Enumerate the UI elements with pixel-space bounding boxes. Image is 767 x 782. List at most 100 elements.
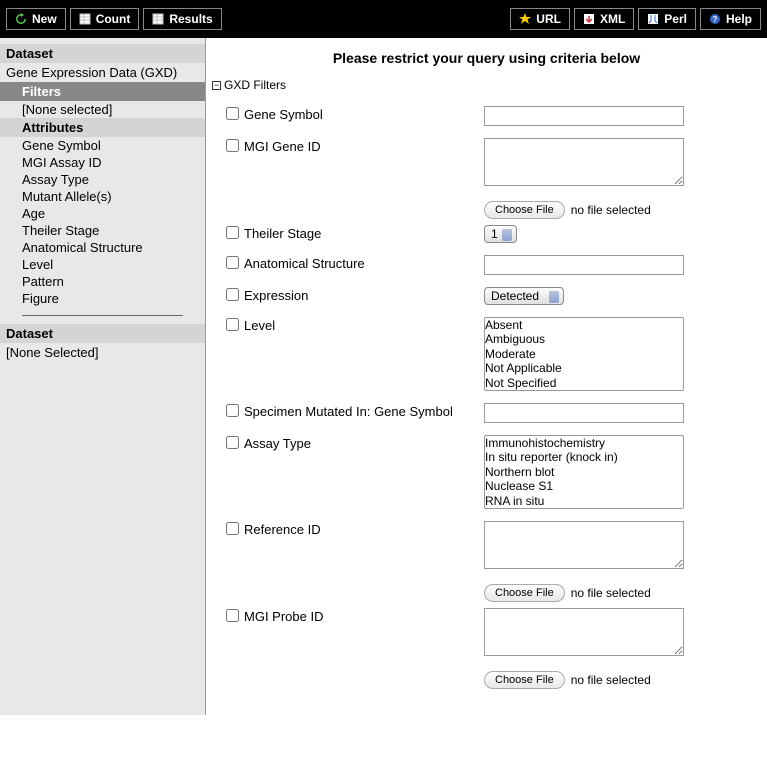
divider bbox=[22, 315, 183, 316]
anatomical-label: Anatomical Structure bbox=[244, 255, 484, 271]
theiler-label: Theiler Stage bbox=[244, 225, 484, 241]
choose-file-button[interactable]: Choose File bbox=[484, 584, 565, 602]
star-icon bbox=[519, 13, 531, 25]
probe-input[interactable] bbox=[484, 608, 684, 656]
choose-file-button[interactable]: Choose File bbox=[484, 201, 565, 219]
script-icon bbox=[647, 13, 659, 25]
refresh-icon bbox=[15, 13, 27, 25]
reference-input[interactable] bbox=[484, 521, 684, 569]
filter-reference-id: Reference ID bbox=[226, 515, 761, 578]
specimen-label: Specimen Mutated In: Gene Symbol bbox=[244, 403, 484, 419]
filters-area: Gene Symbol MGI Gene ID Choose File no f… bbox=[206, 94, 767, 695]
anatomical-check[interactable] bbox=[226, 256, 239, 269]
attr-item[interactable]: Assay Type bbox=[0, 171, 205, 188]
assay-select[interactable]: ImmunohistochemistryIn situ reporter (kn… bbox=[484, 435, 684, 509]
reference-check[interactable] bbox=[226, 522, 239, 535]
attr-item[interactable]: Figure bbox=[0, 290, 205, 307]
sidebar-filters[interactable]: Filters bbox=[0, 82, 205, 101]
level-label: Level bbox=[244, 317, 484, 333]
file-status: no file selected bbox=[571, 203, 651, 217]
attr-item[interactable]: Anatomical Structure bbox=[0, 239, 205, 256]
attr-item[interactable]: Gene Symbol bbox=[0, 137, 205, 154]
dataset-header: Dataset bbox=[0, 44, 205, 63]
probe-check[interactable] bbox=[226, 609, 239, 622]
help-label: Help bbox=[726, 12, 752, 26]
filter-mgi-gene-id: MGI Gene ID bbox=[226, 132, 761, 195]
table-icon bbox=[79, 13, 91, 25]
section-label: GXD Filters bbox=[224, 78, 286, 92]
minus-icon: − bbox=[212, 81, 221, 90]
filter-level: Level AbsentAmbiguousModerateNot Applica… bbox=[226, 311, 761, 397]
gene-symbol-label: Gene Symbol bbox=[244, 106, 484, 122]
expression-select[interactable]: Detected bbox=[484, 287, 564, 305]
theiler-check[interactable] bbox=[226, 226, 239, 239]
attr-item[interactable]: Age bbox=[0, 205, 205, 222]
filter-expression: Expression Detected bbox=[226, 281, 761, 311]
results-label: Results bbox=[169, 12, 212, 26]
expression-check[interactable] bbox=[226, 288, 239, 301]
new-button[interactable]: New bbox=[6, 8, 66, 30]
mgi-gene-id-file: Choose File no file selected bbox=[226, 201, 761, 219]
level-check[interactable] bbox=[226, 318, 239, 331]
url-label: URL bbox=[536, 12, 561, 26]
attr-item[interactable]: Level bbox=[0, 256, 205, 273]
filter-assay-type: Assay Type ImmunohistochemistryIn situ r… bbox=[226, 429, 761, 515]
assay-check[interactable] bbox=[226, 436, 239, 449]
filter-mgi-probe-id: MGI Probe ID bbox=[226, 602, 761, 665]
theiler-select[interactable]: 1 bbox=[484, 225, 517, 243]
filters-none: [None selected] bbox=[0, 101, 205, 118]
svg-text:?: ? bbox=[713, 15, 718, 24]
help-button[interactable]: ? Help bbox=[700, 8, 761, 30]
count-label: Count bbox=[96, 12, 131, 26]
file-status: no file selected bbox=[571, 673, 651, 687]
filter-anatomical: Anatomical Structure bbox=[226, 249, 761, 281]
page-title: Please restrict your query using criteri… bbox=[206, 44, 767, 76]
specimen-check[interactable] bbox=[226, 404, 239, 417]
probe-label: MGI Probe ID bbox=[244, 608, 484, 624]
url-button[interactable]: URL bbox=[510, 8, 570, 30]
choose-file-button[interactable]: Choose File bbox=[484, 671, 565, 689]
perl-button[interactable]: Perl bbox=[638, 8, 696, 30]
filter-theiler-stage: Theiler Stage 1 bbox=[226, 219, 761, 249]
gene-symbol-check[interactable] bbox=[226, 107, 239, 120]
file-status: no file selected bbox=[571, 586, 651, 600]
toolbar-left: New Count Results bbox=[6, 8, 222, 30]
help-icon: ? bbox=[709, 13, 721, 25]
expression-label: Expression bbox=[244, 287, 484, 303]
probe-file: Choose File no file selected bbox=[226, 671, 761, 689]
reference-label: Reference ID bbox=[244, 521, 484, 537]
table-icon bbox=[152, 13, 164, 25]
new-label: New bbox=[32, 12, 57, 26]
attr-item[interactable]: Theiler Stage bbox=[0, 222, 205, 239]
sidebar-attributes[interactable]: Attributes bbox=[0, 118, 205, 137]
export-icon bbox=[583, 13, 595, 25]
level-select[interactable]: AbsentAmbiguousModerateNot ApplicableNot… bbox=[484, 317, 684, 391]
layout: Dataset Gene Expression Data (GXD) Filte… bbox=[0, 38, 767, 715]
filter-specimen: Specimen Mutated In: Gene Symbol bbox=[226, 397, 761, 429]
mgi-gene-id-input[interactable] bbox=[484, 138, 684, 186]
sidebar: Dataset Gene Expression Data (GXD) Filte… bbox=[0, 38, 206, 715]
mgi-gene-id-label: MGI Gene ID bbox=[244, 138, 484, 154]
toolbar: New Count Results URL XML Perl ? Help bbox=[0, 0, 767, 38]
results-button[interactable]: Results bbox=[143, 8, 221, 30]
count-button[interactable]: Count bbox=[70, 8, 140, 30]
xml-label: XML bbox=[600, 12, 625, 26]
main: Please restrict your query using criteri… bbox=[206, 38, 767, 715]
section-toggle[interactable]: − GXD Filters bbox=[206, 76, 767, 94]
toolbar-right: URL XML Perl ? Help bbox=[510, 8, 761, 30]
specimen-input[interactable] bbox=[484, 403, 684, 423]
mgi-gene-id-check[interactable] bbox=[226, 139, 239, 152]
perl-label: Perl bbox=[664, 12, 687, 26]
dataset2-header: Dataset bbox=[0, 324, 205, 343]
dataset-name[interactable]: Gene Expression Data (GXD) bbox=[0, 63, 205, 82]
reference-file: Choose File no file selected bbox=[226, 584, 761, 602]
filter-gene-symbol: Gene Symbol bbox=[226, 100, 761, 132]
attr-item[interactable]: MGI Assay ID bbox=[0, 154, 205, 171]
gene-symbol-input[interactable] bbox=[484, 106, 684, 126]
anatomical-input[interactable] bbox=[484, 255, 684, 275]
xml-button[interactable]: XML bbox=[574, 8, 634, 30]
attr-item[interactable]: Mutant Allele(s) bbox=[0, 188, 205, 205]
assay-label: Assay Type bbox=[244, 435, 484, 451]
attr-item[interactable]: Pattern bbox=[0, 273, 205, 290]
dataset2-none[interactable]: [None Selected] bbox=[0, 343, 205, 362]
